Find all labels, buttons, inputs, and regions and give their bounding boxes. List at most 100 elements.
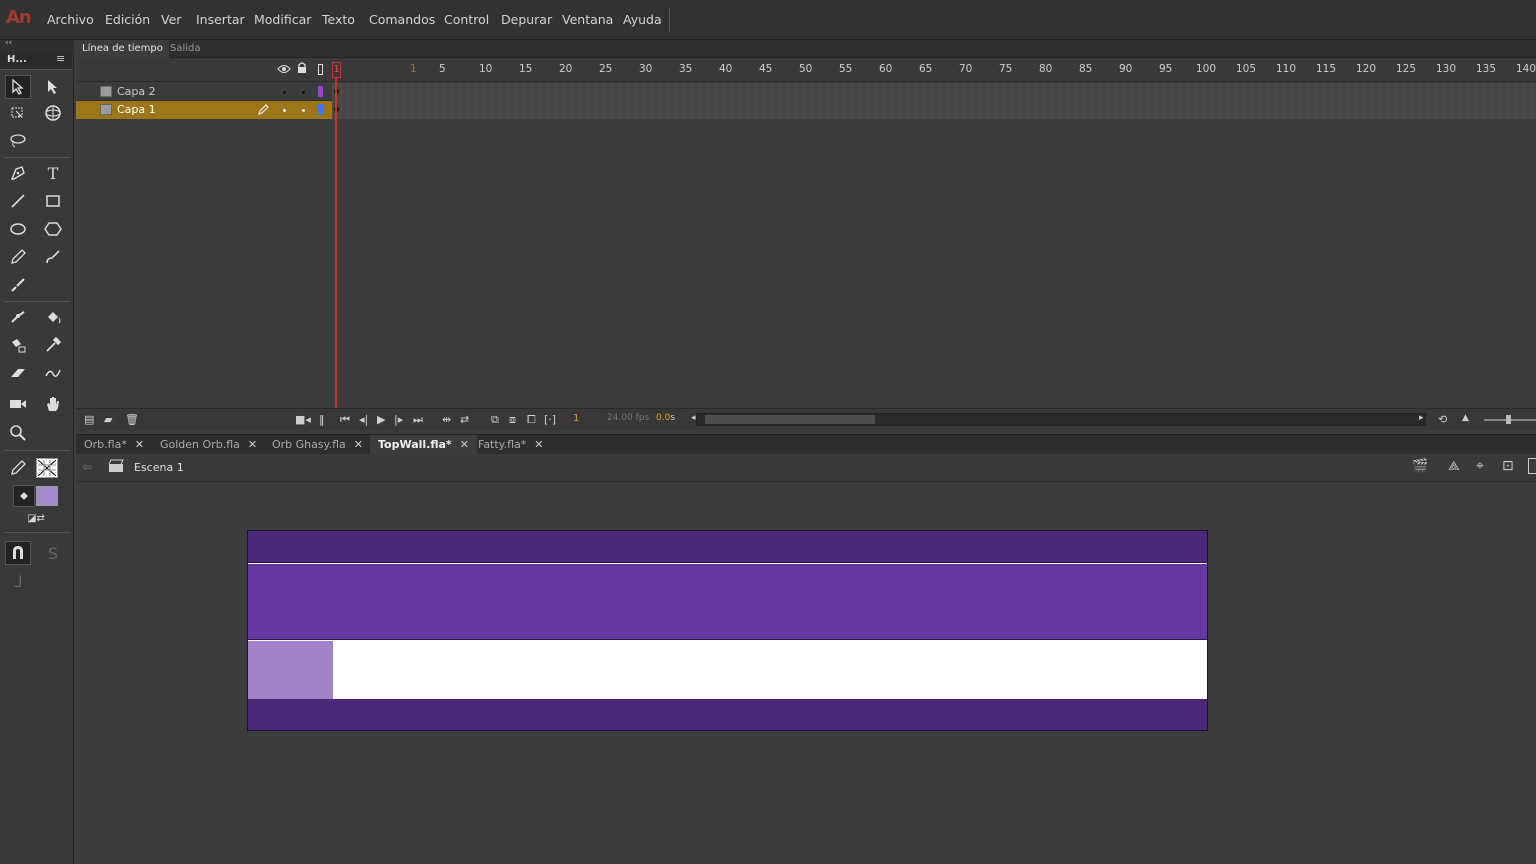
- current-frame-readout[interactable]: 1: [573, 413, 579, 424]
- lock-dot[interactable]: [302, 91, 305, 94]
- hand-tool-icon[interactable]: [40, 392, 66, 416]
- tab-timeline[interactable]: Línea de tiempo: [76, 40, 169, 58]
- timeline-scrollbar[interactable]: [696, 413, 1426, 426]
- frame-number[interactable]: 130: [1436, 63, 1456, 75]
- zoom-dropdown[interactable]: [1528, 458, 1536, 474]
- reset-icon[interactable]: ⟲: [1438, 413, 1447, 426]
- frame-number[interactable]: 115: [1316, 63, 1336, 75]
- new-folder-icon[interactable]: ▰: [104, 413, 112, 426]
- eye-icon[interactable]: [277, 63, 291, 77]
- frame-number[interactable]: 105: [1236, 63, 1256, 75]
- layer-depth-icon[interactable]: ‖: [319, 413, 325, 426]
- back-arrow-icon[interactable]: ⇦: [82, 460, 92, 474]
- clip-content-icon[interactable]: ⊡: [1502, 458, 1514, 474]
- camera-icon[interactable]: ■◂: [295, 413, 311, 426]
- menu-insertar[interactable]: Insertar: [196, 12, 245, 27]
- onion-skin-outlines-icon[interactable]: ⧈: [509, 413, 516, 427]
- free-transform-tool-icon[interactable]: [5, 101, 31, 125]
- bottom-dark-band[interactable]: [248, 699, 1207, 730]
- doc-tab-orb[interactable]: Orb.fla* ✕: [76, 435, 152, 455]
- swap-colors-icon[interactable]: ◪⇄: [20, 510, 52, 526]
- modify-markers-icon[interactable]: [·]: [544, 413, 556, 426]
- rectangle-tool-icon[interactable]: [40, 189, 66, 213]
- doc-tab-golden-orb[interactable]: Golden Orb.fla ✕: [152, 435, 265, 455]
- scroll-right-icon[interactable]: ▸: [1419, 413, 1424, 423]
- zoom-tool-icon[interactable]: [5, 421, 31, 445]
- pencil-tool-icon[interactable]: [5, 245, 31, 269]
- frame-number[interactable]: 135: [1476, 63, 1496, 75]
- white-band[interactable]: [248, 641, 1207, 699]
- frame-number[interactable]: 20: [559, 63, 572, 75]
- eyedropper-tool-icon[interactable]: [40, 333, 66, 357]
- bone-tool-icon[interactable]: [5, 305, 31, 329]
- menu-edicion[interactable]: Edición: [105, 12, 150, 27]
- edit-symbols-icon[interactable]: ⟁: [1448, 459, 1460, 474]
- close-icon[interactable]: ✕: [460, 438, 469, 451]
- loop-icon[interactable]: ⇄: [460, 413, 469, 426]
- frame-number[interactable]: 25: [599, 63, 612, 75]
- menu-control[interactable]: Control: [444, 12, 489, 27]
- 3d-rotation-tool-icon[interactable]: [40, 101, 66, 125]
- step-back-icon[interactable]: ◂|: [359, 413, 368, 426]
- frame-number[interactable]: 15: [519, 63, 532, 75]
- paint-bucket-tool-icon[interactable]: [40, 305, 66, 329]
- lasso-tool-icon[interactable]: [5, 129, 31, 153]
- ink-bottle-tool-icon[interactable]: [5, 333, 31, 357]
- new-layer-icon[interactable]: ▤: [84, 413, 94, 426]
- panel-menu-icon[interactable]: ≡: [56, 52, 65, 65]
- close-icon[interactable]: ✕: [248, 438, 257, 451]
- frame-number[interactable]: 95: [1159, 63, 1172, 75]
- text-tool-icon[interactable]: T: [40, 161, 66, 185]
- tools-collapse-bar[interactable]: ‹‹: [0, 38, 74, 52]
- camera-tool-icon[interactable]: [5, 392, 31, 416]
- play-icon[interactable]: ▶: [377, 413, 385, 426]
- frame-number[interactable]: 80: [1039, 63, 1052, 75]
- scrollbar-thumb[interactable]: [705, 415, 875, 424]
- doc-tab-orb-ghasy[interactable]: Orb Ghasy.fla ✕: [264, 435, 371, 455]
- frame-number[interactable]: 5: [439, 63, 446, 75]
- frame-number[interactable]: 35: [679, 63, 692, 75]
- layer-row-capa-1[interactable]: Capa 1: [76, 101, 332, 119]
- top-dark-band[interactable]: [248, 531, 1207, 563]
- light-purple-block[interactable]: [248, 641, 333, 699]
- frame-number[interactable]: 40: [719, 63, 732, 75]
- menu-comandos[interactable]: Comandos: [369, 12, 435, 27]
- frame-ruler[interactable]: 1 5 10 15 20 25 30 35 40 45 50 55 60 65 70 75 80 85 90 95 10…: [408, 58, 1536, 82]
- go-first-frame-icon[interactable]: ⏮: [340, 413, 350, 427]
- menu-archivo[interactable]: Archivo: [47, 12, 94, 27]
- lock-dot[interactable]: [302, 109, 305, 112]
- stroke-color-swatch[interactable]: [36, 458, 58, 478]
- edit-scene-icon[interactable]: 🎬: [1412, 459, 1428, 474]
- time-readout[interactable]: 0.0s: [656, 413, 675, 423]
- frame-number[interactable]: 55: [839, 63, 852, 75]
- outline-icon[interactable]: [318, 64, 323, 75]
- playhead-line[interactable]: [335, 64, 337, 408]
- collapse-up-icon[interactable]: ▲: [1462, 413, 1469, 423]
- selection-tool-icon[interactable]: [5, 75, 31, 99]
- eraser-tool-icon[interactable]: [5, 361, 31, 385]
- layer-name[interactable]: Capa 1: [117, 103, 156, 116]
- center-frame-icon[interactable]: ⇹: [442, 413, 451, 426]
- onion-skin-icon[interactable]: ⧉: [491, 413, 499, 427]
- menu-ayuda[interactable]: Ayuda: [623, 12, 662, 27]
- doc-tab-fatty[interactable]: Fatty.fla* ✕: [470, 435, 552, 455]
- lock-icon[interactable]: [297, 62, 307, 77]
- close-icon[interactable]: ✕: [354, 438, 363, 451]
- tab-output[interactable]: Salida: [164, 40, 207, 58]
- delete-layer-icon[interactable]: 🗑: [125, 413, 139, 426]
- frame-number[interactable]: 45: [759, 63, 772, 75]
- layer-name[interactable]: Capa 2: [117, 85, 156, 98]
- playhead-frame[interactable]: 1: [332, 62, 341, 78]
- fill-color-swatch[interactable]: [36, 486, 58, 506]
- menu-ventana[interactable]: Ventana: [562, 12, 613, 27]
- fill-color-icon[interactable]: [13, 485, 35, 507]
- visibility-dot[interactable]: [283, 109, 286, 112]
- snap-to-objects-icon[interactable]: [5, 541, 31, 565]
- frame-number[interactable]: 1: [410, 63, 417, 75]
- brush-tool-icon[interactable]: [5, 273, 31, 297]
- menu-texto[interactable]: Texto: [322, 12, 355, 27]
- width-tool-icon[interactable]: [40, 361, 66, 385]
- oval-tool-icon[interactable]: [5, 217, 31, 241]
- menu-ver[interactable]: Ver: [161, 12, 181, 27]
- frame-number[interactable]: 10: [479, 63, 492, 75]
